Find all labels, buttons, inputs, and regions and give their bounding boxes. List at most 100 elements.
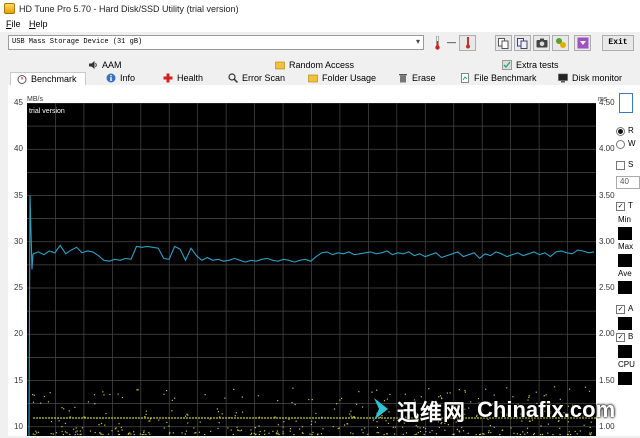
access-time-point <box>172 432 174 434</box>
access-time-point <box>184 433 186 435</box>
access-time-point <box>347 423 349 425</box>
access-time-point <box>311 398 313 401</box>
access-time-point <box>241 411 244 413</box>
access-time-point <box>35 430 37 432</box>
read-radio[interactable] <box>616 127 625 136</box>
tab-info[interactable]: Info <box>106 73 135 85</box>
access-time-point <box>32 433 34 435</box>
access-time-point <box>309 433 311 435</box>
access-time-point <box>121 429 123 431</box>
access-time-point <box>93 394 96 396</box>
access-time-point <box>301 426 304 428</box>
access-time-point <box>43 395 45 398</box>
access-time-point <box>364 427 366 429</box>
access-time-point <box>64 422 67 425</box>
access-time-point <box>117 430 119 432</box>
access-time-point <box>291 401 293 404</box>
menu-file[interactable]: File <box>6 19 21 29</box>
device-dropdown[interactable]: USB Mass Storage Device (31 gB) ▾ <box>8 35 424 50</box>
access-time-point <box>69 416 71 418</box>
access-time-point <box>79 430 81 432</box>
avg-label: Ave <box>618 269 632 278</box>
options-icon[interactable] <box>552 35 569 51</box>
folder-icon <box>308 74 318 83</box>
block-size-field[interactable]: 40 <box>616 176 640 189</box>
access-time-point <box>358 391 360 393</box>
copy-info-icon[interactable] <box>514 35 531 51</box>
tab-erase[interactable]: Erase <box>398 73 436 85</box>
y-tick-label: 10 <box>14 421 23 431</box>
write-radio[interactable] <box>616 140 625 149</box>
tab-aam[interactable]: AAM <box>88 60 122 72</box>
access-time-point <box>76 430 78 432</box>
tab-benchmark[interactable]: Benchmark <box>10 72 86 86</box>
access-time-point <box>199 421 201 423</box>
access-time-point <box>227 427 229 429</box>
trash-icon <box>399 74 407 83</box>
access-time-point <box>289 430 291 432</box>
y2-tick-label: 3.00 <box>599 236 615 246</box>
y-tick-label: 15 <box>14 375 23 385</box>
window-title: HD Tune Pro 5.70 - Hard Disk/SSD Utility… <box>19 4 239 14</box>
write-radio-label: W <box>628 139 636 148</box>
tab-label: Benchmark <box>31 74 77 84</box>
short-stroke-checkbox[interactable] <box>616 161 625 170</box>
access-time-checkbox[interactable]: ✓ <box>616 305 625 314</box>
access-time-point <box>428 387 430 390</box>
access-time-point <box>568 388 571 390</box>
y2-tick-label: 3.50 <box>599 190 615 200</box>
access-time-point <box>145 413 147 415</box>
folder-icon <box>275 61 285 70</box>
copy-text-icon[interactable] <box>495 35 512 51</box>
tab-file-benchmark[interactable]: File Benchmark <box>460 73 537 85</box>
access-time-point <box>32 401 35 403</box>
y2-tick-label: 2.50 <box>599 283 615 292</box>
access-time-point <box>34 433 36 436</box>
access-time-point <box>171 399 173 401</box>
y2-tick-label: 2.00 <box>599 329 615 339</box>
block-size-value: 40 <box>620 177 629 186</box>
access-time-point <box>240 429 243 431</box>
access-time-point <box>458 389 460 391</box>
access-time-point <box>217 427 219 430</box>
tab-folder-usage[interactable]: Folder Usage <box>308 73 376 85</box>
transfer-label: T <box>628 201 633 210</box>
exit-button[interactable]: Exit <box>602 35 634 51</box>
access-time-point <box>353 416 355 418</box>
tab-extra-tests[interactable]: Extra tests <box>502 60 559 72</box>
access-time-point <box>376 389 378 391</box>
access-time-point <box>105 412 107 415</box>
access-time-point <box>278 433 280 436</box>
access-time-point <box>143 431 145 434</box>
save-icon[interactable] <box>574 35 591 51</box>
access-time-point <box>314 421 316 423</box>
access-time-point <box>137 389 139 391</box>
tab-random-access[interactable]: Random Access <box>275 60 354 72</box>
tab-health[interactable]: Health <box>163 73 203 85</box>
access-time-point <box>128 432 130 435</box>
access-time-point <box>168 425 170 427</box>
app-icon <box>4 3 15 14</box>
access-time-point <box>277 424 279 426</box>
access-time-point <box>253 432 255 434</box>
camera-icon[interactable] <box>533 35 550 51</box>
thermometer-small-icon[interactable] <box>459 35 476 51</box>
tab-error-scan[interactable]: Error Scan <box>228 73 285 85</box>
burst-rate-checkbox[interactable]: ✓ <box>616 333 625 342</box>
access-time-point <box>33 394 35 396</box>
y2-tick-label: 4.50 <box>599 98 615 107</box>
tab-disk-monitor[interactable]: Disk monitor <box>558 73 622 85</box>
access-time-point <box>141 433 143 436</box>
access-time-label: A <box>628 304 634 313</box>
access-time-point <box>361 406 364 408</box>
access-time-point <box>356 403 358 405</box>
start-button[interactable] <box>619 93 633 113</box>
access-time-point <box>320 433 323 435</box>
access-time-point <box>308 398 310 401</box>
access-time-point <box>210 430 212 433</box>
tab-label: Erase <box>412 73 436 83</box>
menu-help[interactable]: Help <box>29 19 48 29</box>
tab-label: Extra tests <box>516 60 559 70</box>
transfer-checkbox[interactable]: ✓ <box>616 202 625 211</box>
access-time-point <box>335 403 338 405</box>
